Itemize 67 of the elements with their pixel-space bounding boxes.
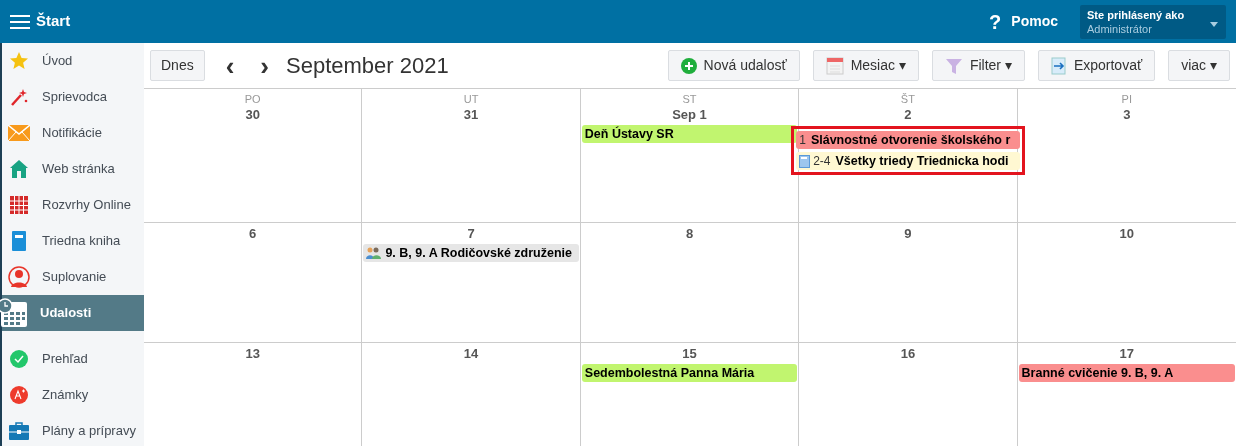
weekday-label: PO bbox=[243, 92, 262, 106]
toolbar-button[interactable]: viac ▾ bbox=[1168, 50, 1230, 81]
envelope-icon bbox=[8, 125, 30, 141]
month-title: September 2021 bbox=[286, 52, 449, 80]
house-icon bbox=[9, 159, 29, 179]
sidebar-item[interactable]: Sprievodca bbox=[2, 79, 144, 115]
toolbar-button[interactable]: Nová udalosť bbox=[667, 50, 800, 81]
day-number: 3 bbox=[1122, 107, 1132, 123]
export-icon bbox=[1050, 56, 1067, 75]
event[interactable]: Sedembolestná Panna Mária bbox=[581, 364, 798, 382]
event[interactable]: 2-4 Všetky triedy Triednicka hodi bbox=[796, 152, 1020, 170]
toolbar-button[interactable]: Filter ▾ bbox=[931, 50, 1025, 81]
day-number: 31 bbox=[462, 107, 480, 123]
sidebar-item[interactable]: Triedna kniha bbox=[2, 223, 144, 259]
star-icon bbox=[9, 51, 29, 71]
next-button[interactable]: › bbox=[257, 52, 273, 79]
weekday-label: PI bbox=[1120, 92, 1133, 106]
sidebar-item[interactable]: Známky bbox=[2, 377, 144, 413]
toolbar-button[interactable]: Mesiac ▾ bbox=[812, 50, 919, 81]
event[interactable]: Branné cvičenie 9. B, 9. A bbox=[1018, 364, 1235, 382]
notebook-icon bbox=[11, 231, 27, 251]
calendar-icon bbox=[825, 56, 844, 75]
day-number: 8 bbox=[684, 226, 695, 242]
book-icon bbox=[799, 154, 811, 168]
day-number: 16 bbox=[899, 346, 917, 362]
day-number: 15 bbox=[681, 346, 698, 362]
caret-icon bbox=[1210, 21, 1218, 27]
user-dropdown[interactable]: Ste prihlásený ako Administrátor bbox=[1080, 4, 1226, 39]
timetable-icon bbox=[9, 195, 29, 215]
person-icon bbox=[8, 266, 30, 288]
event[interactable]: Deň Ústavy SR bbox=[581, 125, 798, 143]
sidebar-item[interactable]: Web stránka bbox=[2, 151, 144, 187]
briefcase-icon bbox=[8, 421, 30, 441]
grade-circle-icon bbox=[9, 385, 29, 405]
day-number: 6 bbox=[248, 226, 258, 242]
sidebar-item[interactable]: Suplovanie bbox=[2, 259, 144, 295]
event[interactable]: 9. B, 9. A Rodičovské združenie bbox=[363, 244, 579, 262]
magic-wand-icon bbox=[9, 87, 29, 107]
check-circle-icon bbox=[9, 349, 29, 369]
sidebar-item[interactable]: Úvod bbox=[2, 43, 144, 79]
day-number: 7 bbox=[466, 226, 476, 242]
sidebar-item[interactable]: Rozvrhy Online bbox=[2, 187, 144, 223]
day-number: 10 bbox=[1118, 226, 1135, 242]
sidebar-item[interactable]: Prehľad bbox=[2, 341, 144, 377]
sidebar-item[interactable]: Notifikácie bbox=[2, 115, 144, 151]
day-number: 2 bbox=[903, 107, 913, 123]
people-icon bbox=[366, 246, 382, 260]
plus-circle-icon bbox=[680, 57, 697, 74]
day-number: 14 bbox=[462, 346, 480, 362]
day-number: Sep 1 bbox=[671, 107, 708, 123]
today-button[interactable]: Dnes bbox=[150, 50, 205, 81]
weekday-label: UT bbox=[462, 92, 480, 106]
day-number: 17 bbox=[1118, 346, 1135, 362]
previous-button[interactable]: ‹ bbox=[222, 52, 238, 79]
day-number: 9 bbox=[903, 226, 913, 242]
sidebar-item[interactable]: Plány a prípravy bbox=[2, 413, 144, 446]
day-number: 13 bbox=[244, 346, 261, 362]
app-title: Štart bbox=[36, 11, 71, 32]
sidebar-item[interactable]: Udalosti bbox=[2, 295, 144, 331]
help-button[interactable]: ? Pomoc bbox=[989, 6, 1058, 37]
weekday-label: ST bbox=[681, 92, 698, 106]
toolbar-button[interactable]: Exportovať bbox=[1037, 50, 1156, 81]
weekday-label: ŠT bbox=[899, 92, 916, 106]
funnel-icon bbox=[944, 56, 963, 75]
event[interactable]: 1 Slávnostné otvorenie školského r bbox=[796, 131, 1020, 149]
help-icon: ? bbox=[989, 6, 1002, 37]
day-number: 30 bbox=[244, 107, 261, 123]
